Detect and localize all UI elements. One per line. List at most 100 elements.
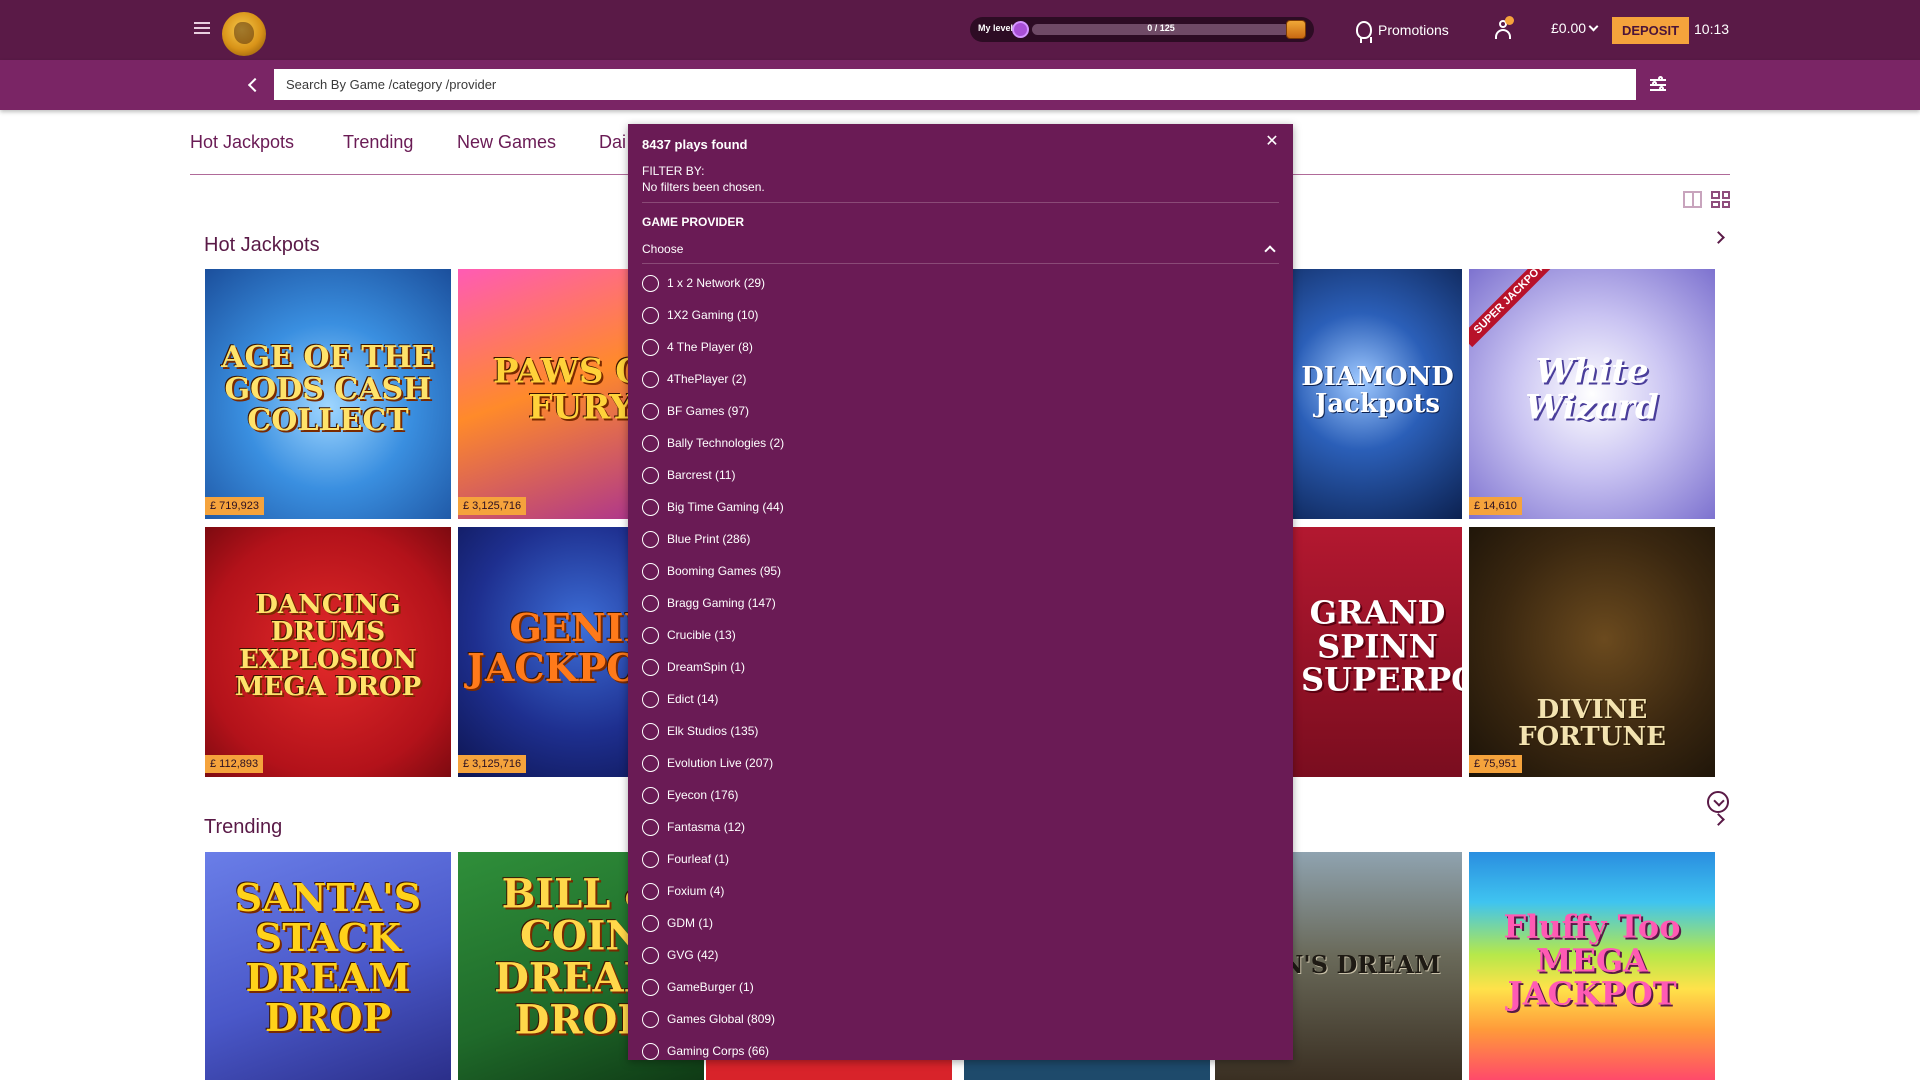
provider-label: 1X2 Gaming (10) [667,308,759,322]
provider-option[interactable]: Crucible (13) [642,625,736,645]
radio-button[interactable] [642,530,659,548]
deposit-button[interactable]: DEPOSIT [1612,17,1689,44]
provider-option[interactable]: GameBurger (1) [642,977,754,997]
game-tile-santas-stack[interactable]: SANTA'S STACK DREAM DROP [205,852,451,1080]
radio-button[interactable] [642,594,659,612]
provider-option[interactable]: Elk Studios (135) [642,721,758,741]
menu-icon[interactable] [192,19,212,39]
close-icon[interactable]: ✕ [1264,134,1280,150]
provider-option[interactable]: Fourleaf (1) [642,849,729,869]
radio-button[interactable] [642,754,659,772]
provider-option[interactable]: 1X2 Gaming (10) [642,305,758,325]
provider-option[interactable]: GDM (1) [642,913,713,933]
provider-option[interactable]: 4ThePlayer (2) [642,369,746,389]
radio-button[interactable] [642,658,659,676]
radio-button[interactable] [642,882,659,900]
provider-option[interactable]: Big Time Gaming (44) [642,497,784,517]
provider-option[interactable]: Bally Technologies (2) [642,433,784,453]
filter-by-label: FILTER BY: [642,164,705,178]
provider-option[interactable]: 1 x 2 Network (29) [642,273,765,293]
provider-option[interactable]: GVG (42) [642,945,718,965]
provider-option[interactable]: Barcrest (11) [642,465,735,485]
balance-dropdown[interactable]: £0.00 [1551,20,1599,36]
provider-label: Fantasma (12) [667,820,746,834]
radio-button[interactable] [642,306,659,324]
game-tile-fluffy-too[interactable]: Fluffy Too MEGA JACKPOT [1469,852,1715,1080]
provider-option[interactable]: Eyecon (176) [642,785,738,805]
game-title: SANTA'S STACK DREAM DROP [234,875,422,1040]
clock: 10:13 [1694,21,1730,37]
provider-option[interactable]: Booming Games (95) [642,561,781,581]
provider-option[interactable]: Evolution Live (207) [642,753,773,773]
radio-button[interactable] [642,434,659,452]
top-header: My level 0 / 125 Promotions £0.00 DEPOSI… [0,0,1920,60]
back-arrow-icon[interactable] [247,77,263,93]
tab-new-games[interactable]: New Games [457,132,556,153]
grid-view-icon[interactable] [1711,191,1730,208]
radio-button[interactable] [642,370,659,388]
search-input[interactable] [274,69,1636,100]
game-tile-white-wizard[interactable]: SUPER JACKPOT White Wizard £ 14,610 [1469,269,1715,519]
radio-button[interactable] [642,498,659,516]
provider-label: 1 x 2 Network (29) [667,276,766,290]
radio-button[interactable] [642,850,659,868]
radio-button[interactable] [642,786,659,804]
provider-dropdown-toggle[interactable]: Choose [642,242,1279,264]
promotions-link[interactable]: Promotions [1356,19,1449,43]
chevron-right-icon[interactable] [1712,231,1725,244]
game-tile-dancing-drums[interactable]: DANCING DRUMS EXPLOSION MEGA DROP £ 112,… [205,527,451,777]
game-tile-grand-spinn[interactable]: GRAND SPINN SUPERPOT [1293,527,1462,777]
provider-label: Eyecon (176) [667,788,739,802]
provider-label: DreamSpin (1) [667,660,746,674]
provider-label: Fourleaf (1) [667,852,730,866]
jackpot-badge: £ 75,951 [1469,755,1522,773]
provider-option[interactable]: Foxium (4) [642,881,724,901]
game-tile-partial-red[interactable] [706,1060,952,1080]
level-progress[interactable]: My level 0 / 125 [970,17,1314,42]
provider-option[interactable]: Games Global (809) [642,1009,775,1029]
level-progress-text: 0 / 125 [1147,23,1175,33]
provider-option[interactable]: DreamSpin (1) [642,657,745,677]
radio-button[interactable] [642,626,659,644]
radio-button[interactable] [642,1042,659,1060]
scroll-down-icon[interactable] [1707,791,1729,813]
provider-option[interactable]: Gaming Corps (66) [642,1041,769,1060]
game-tile-divine-fortune[interactable]: DIVINE FORTUNE £ 75,951 [1469,527,1715,777]
game-title: GRAND SPINN SUPERPOT [1301,593,1462,699]
game-title: White Wizard [1525,351,1659,428]
radio-button[interactable] [642,818,659,836]
promotions-label: Promotions [1378,22,1449,38]
provider-option[interactable]: BF Games (97) [642,401,749,421]
radio-button[interactable] [642,690,659,708]
tab-trending[interactable]: Trending [343,132,413,153]
search-bar [0,60,1920,110]
divider [642,202,1279,203]
provider-option[interactable]: Blue Print (286) [642,529,750,549]
game-tile-age-of-the-gods[interactable]: AGE OF THE GODS CASH COLLECT £ 719,923 [205,269,451,519]
tab-daily[interactable]: Dai [599,132,626,153]
game-tile-partial-blue[interactable] [964,1060,1210,1080]
radio-button[interactable] [642,562,659,580]
radio-button[interactable] [642,466,659,484]
provider-option[interactable]: 4 The Player (8) [642,337,753,357]
provider-label: Games Global (809) [667,1012,776,1026]
radio-button[interactable] [642,1010,659,1028]
provider-option[interactable]: Bragg Gaming (147) [642,593,776,613]
radio-button[interactable] [642,338,659,356]
provider-option[interactable]: Edict (14) [642,689,718,709]
radio-button[interactable] [642,274,659,292]
radio-button[interactable] [642,946,659,964]
lion-logo-icon[interactable] [222,12,266,56]
radio-button[interactable] [642,914,659,932]
radio-button[interactable] [642,402,659,420]
chevron-right-icon[interactable] [1712,813,1725,826]
radio-button[interactable] [642,978,659,996]
filter-sliders-icon[interactable] [1650,76,1666,93]
tab-hot-jackpots[interactable]: Hot Jackpots [190,132,294,153]
provider-option[interactable]: Fantasma (12) [642,817,745,837]
game-tile-diamond-jackpots[interactable]: DIAMOND Jackpots [1293,269,1462,519]
radio-button[interactable] [642,722,659,740]
provider-label: GameBurger (1) [667,980,754,994]
list-view-icon[interactable] [1683,191,1702,208]
game-title: DIAMOND Jackpots [1301,361,1454,420]
